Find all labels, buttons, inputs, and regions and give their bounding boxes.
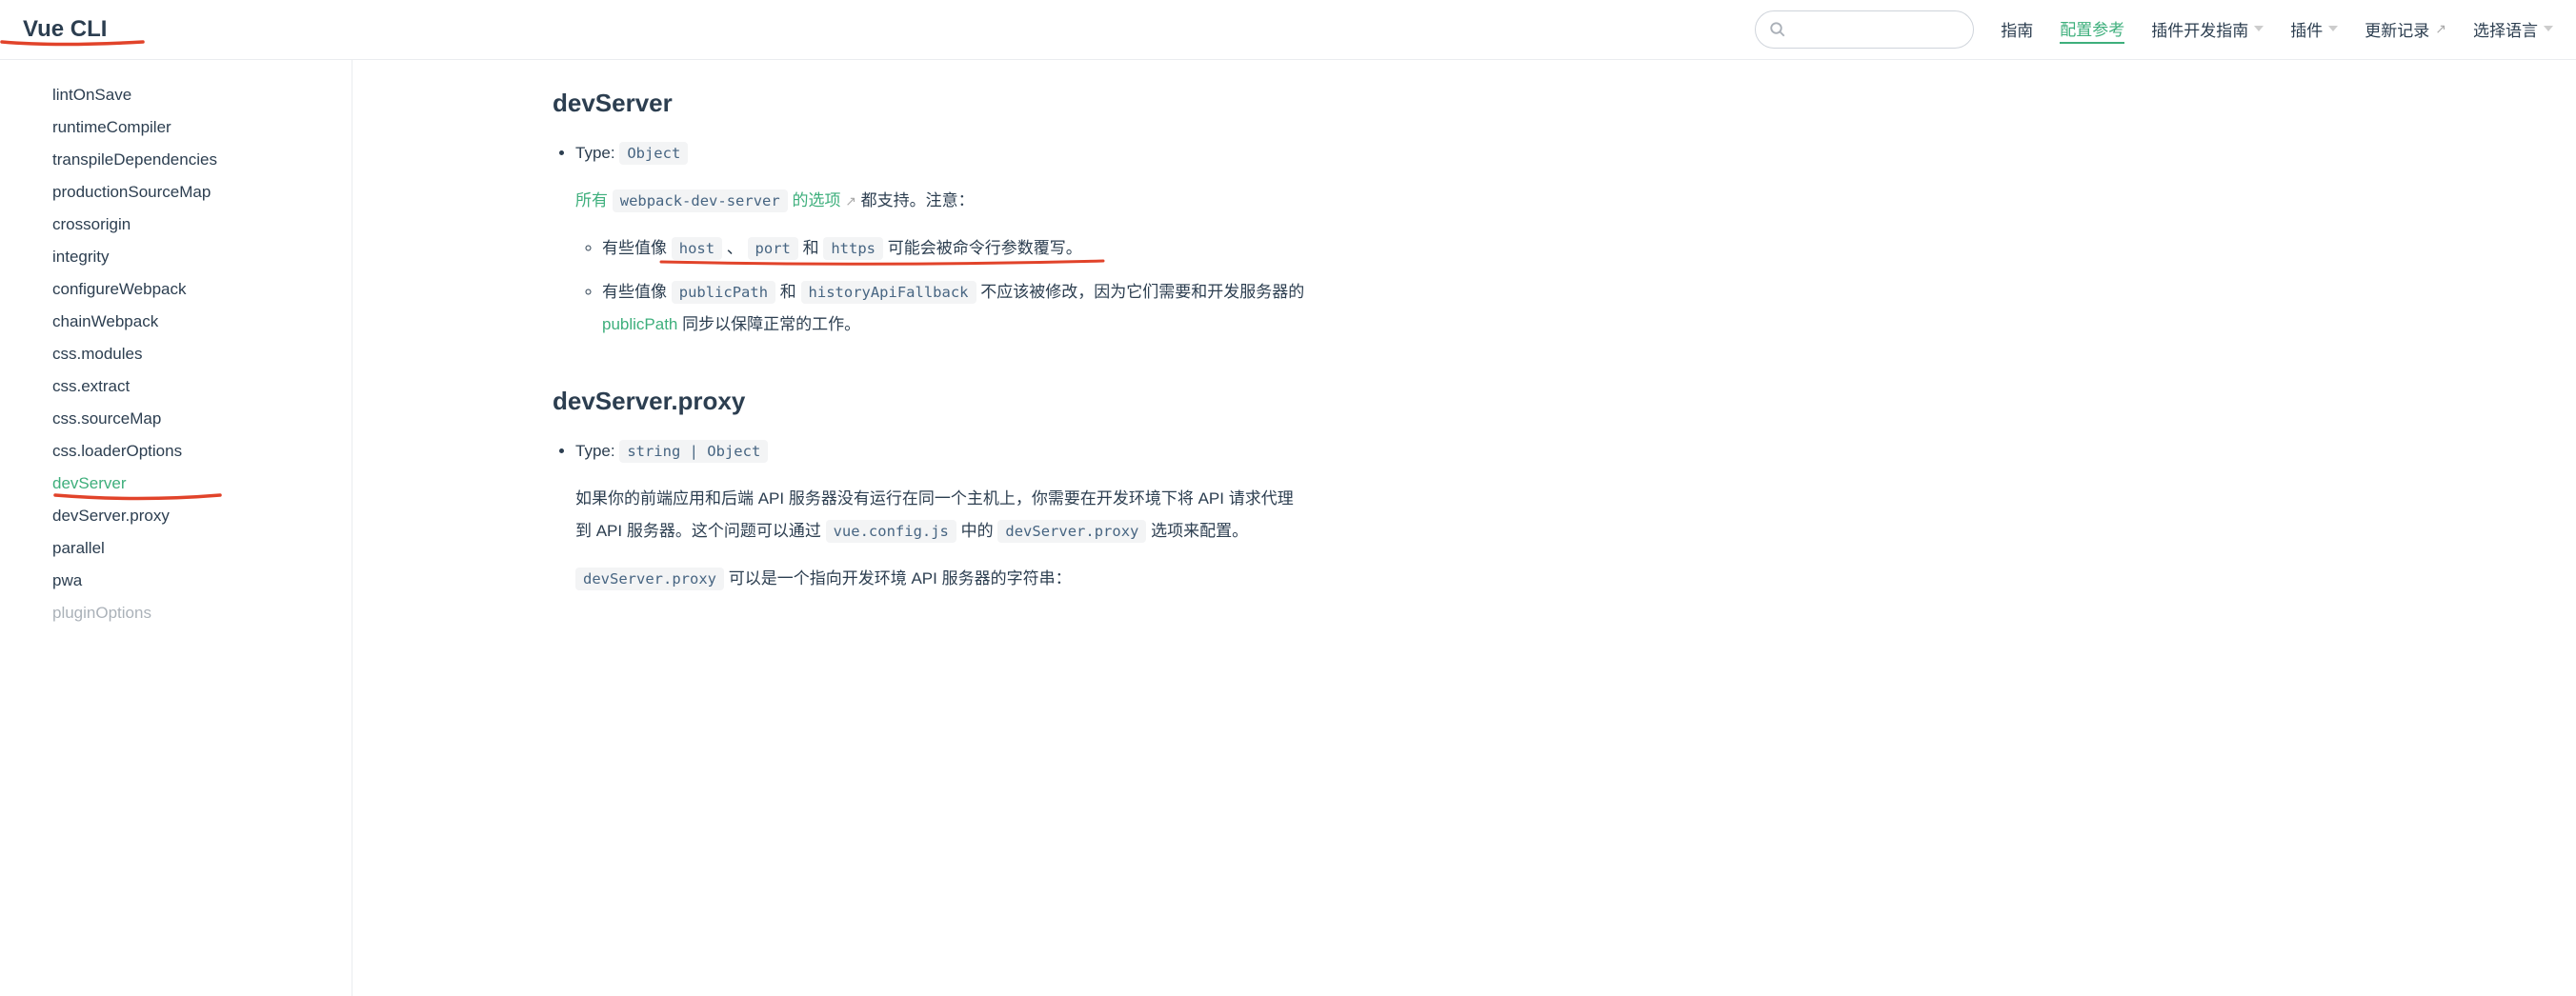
nav-link-plugin-dev[interactable]: 插件开发指南 [2151, 17, 2264, 43]
text: 可以是一个指向开发环境 API 服务器的字符串： [729, 569, 1072, 588]
search-box[interactable] [1755, 10, 1974, 49]
text: 和 [780, 283, 801, 301]
text-suffix: 都支持。注意： [861, 191, 975, 209]
chevron-down-icon [2254, 26, 2264, 31]
sidebar-item-csssourcemap[interactable]: css.sourceMap [52, 403, 352, 435]
sidebar-item-chainwebpack[interactable]: chainWebpack [52, 306, 352, 338]
type-code: Object [619, 142, 688, 165]
sidebar-item-productionsourcemap[interactable]: productionSourceMap [52, 176, 352, 209]
text: 可能会被命令行参数覆写。 [888, 239, 1082, 257]
sidebar: lintOnSave runtimeCompiler transpileDepe… [0, 60, 352, 996]
sidebar-item-pwa[interactable]: pwa [52, 565, 352, 597]
nav-label: 选择语言 [2473, 17, 2538, 41]
code-publicpath: publicPath [672, 281, 775, 304]
search-icon [1769, 21, 1786, 38]
list-item: 有些值像 host 、 port 和 https 可能会被命令行参数覆写。 [602, 232, 1305, 265]
text: 有些值像 [602, 239, 672, 257]
text: 不应该被修改，因为它们需要和开发服务器的 [980, 283, 1304, 301]
nav-label: 插件 [2290, 17, 2323, 41]
external-link-icon: ↗ [2435, 21, 2446, 37]
nav-link-config[interactable]: 配置参考 [2060, 16, 2124, 44]
code-https: https [823, 237, 883, 260]
heading-devserver: devServer [553, 89, 1305, 118]
content: devServer Type: Object 所有 webpack-dev-se… [352, 60, 1362, 996]
list-item: Type: Object 所有 webpack-dev-server 的选项 ↗… [575, 137, 1305, 341]
chevron-down-icon [2328, 26, 2338, 31]
text: 有些值像 [602, 283, 672, 301]
text: 选项来配置。 [1151, 522, 1248, 540]
sidebar-item-configurewebpack[interactable]: configureWebpack [52, 273, 352, 306]
sidebar-item-pluginoptions[interactable]: pluginOptions [52, 597, 352, 629]
sidebar-item-cssloaderoptions[interactable]: css.loaderOptions [52, 435, 352, 468]
chevron-down-icon [2544, 26, 2553, 31]
type-label: Type: [575, 144, 619, 162]
sidebar-item-cssmodules[interactable]: css.modules [52, 338, 352, 370]
text: 中的 [961, 522, 998, 540]
code-port: port [748, 237, 798, 260]
link-label: 的选项 [792, 191, 840, 209]
link-publicpath[interactable]: publicPath [602, 315, 677, 333]
code-devserverproxy: devServer.proxy [575, 568, 724, 590]
sidebar-item-cssextract[interactable]: css.extract [52, 370, 352, 403]
code-devserverproxy: devServer.proxy [997, 520, 1146, 543]
code-vueconfigjs: vue.config.js [826, 520, 956, 543]
sidebar-item-crossorigin[interactable]: crossorigin [52, 209, 352, 241]
text-prefix: 所有 [575, 191, 613, 209]
type-label: Type: [575, 442, 619, 460]
sidebar-item-devserverproxy[interactable]: devServer.proxy [52, 500, 352, 532]
link-options[interactable]: 的选项 ↗ [792, 191, 860, 209]
type-code: string | Object [619, 440, 768, 463]
sidebar-item-lintonsave[interactable]: lintOnSave [52, 79, 352, 111]
sidebar-item-devserver[interactable]: devServer [52, 468, 352, 500]
text: 、 [727, 239, 748, 257]
text: 同步以保障正常的工作。 [682, 315, 860, 333]
sidebar-item-parallel[interactable]: parallel [52, 532, 352, 565]
nav-link-changelog[interactable]: 更新记录 ↗ [2365, 17, 2446, 43]
external-link-icon: ↗ [845, 193, 856, 209]
list-item: Type: string | Object 如果你的前端应用和后端 API 服务… [575, 435, 1305, 595]
sidebar-item-runtimecompiler[interactable]: runtimeCompiler [52, 111, 352, 144]
nav-link-plugins[interactable]: 插件 [2290, 17, 2338, 43]
site-name[interactable]: Vue CLI [23, 16, 107, 43]
sidebar-item-integrity[interactable]: integrity [52, 241, 352, 273]
code-host: host [672, 237, 722, 260]
navbar: Vue CLI 指南 配置参考 插件开发指南 插件 更新记录 ↗ 选择语言 [0, 0, 2576, 60]
nav-label: 插件开发指南 [2151, 17, 2248, 41]
nav-link-guide[interactable]: 指南 [2001, 17, 2033, 43]
heading-devserver-proxy: devServer.proxy [553, 387, 1305, 416]
code-historyapifallback: historyApiFallback [801, 281, 976, 304]
sidebar-item-transpiledependencies[interactable]: transpileDependencies [52, 144, 352, 176]
nav-right: 指南 配置参考 插件开发指南 插件 更新记录 ↗ 选择语言 [1755, 10, 2553, 49]
annotation-underline [602, 259, 1107, 269]
text: 和 [803, 239, 824, 257]
nav-label: 更新记录 [2365, 17, 2429, 41]
list-item: 有些值像 publicPath 和 historyApiFallback 不应该… [602, 276, 1305, 341]
code-webpack-dev-server: webpack-dev-server [613, 189, 788, 212]
sidebar-item-label: devServer [52, 474, 126, 492]
nav-link-language[interactable]: 选择语言 [2473, 17, 2553, 43]
